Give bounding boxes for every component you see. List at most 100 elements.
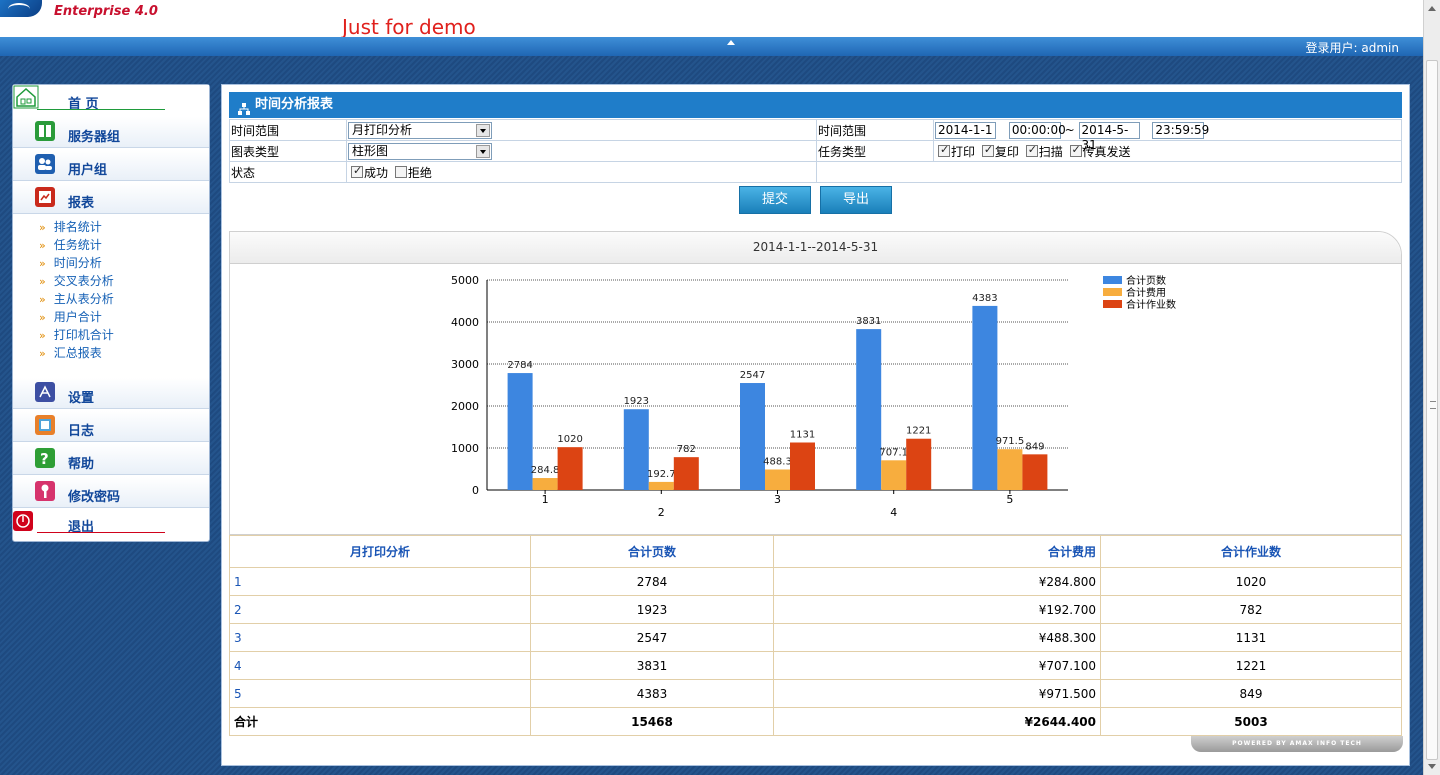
start-date-input[interactable]: 2014-1-1 — [935, 121, 996, 139]
reject-checkbox[interactable] — [394, 166, 407, 178]
fax-checkbox[interactable] — [1069, 143, 1082, 157]
chevron-right-icon: » — [39, 221, 46, 234]
sidebar-item-home[interactable]: 首 页 — [13, 85, 209, 116]
data-label: 1221 — [906, 426, 931, 437]
bar-chart: 0 1000 2000 3000 4000 5000 2784 284.8 1020 1 1923 1… — [451, 274, 1176, 519]
report-icon — [35, 187, 55, 207]
chart-type-label: 图表类型 — [229, 140, 347, 162]
total-row: 合计 15468 ¥2644.400 5003 — [229, 707, 1402, 736]
bar — [906, 438, 932, 490]
user-group-icon — [35, 154, 55, 174]
submenu-item-time-analysis[interactable]: » 时间分析 — [39, 254, 114, 272]
status-label: 状态 — [229, 161, 347, 183]
data-label: 971.5 — [996, 436, 1025, 447]
chevron-right-icon: » — [39, 257, 46, 270]
sidebar-item-server-group[interactable]: 服务器组 — [13, 117, 209, 148]
column-header[interactable]: 合计费用 — [773, 535, 1101, 568]
bar — [997, 449, 1023, 490]
table-cell: 4383 — [530, 679, 774, 708]
data-label: 284.8 — [531, 465, 560, 476]
time-range-select[interactable]: 月打印分析 — [348, 121, 492, 139]
table-cell: 2547 — [530, 623, 774, 652]
bar — [765, 469, 790, 490]
table-cell: 782 — [1100, 595, 1402, 624]
chevron-right-icon: » — [39, 329, 46, 342]
submenu-item-user-total[interactable]: » 用户合计 — [39, 308, 114, 326]
table-cell: 3831 — [530, 651, 774, 680]
table-cell: 1131 — [1100, 623, 1402, 652]
legend-label: 合计作业数 — [1126, 298, 1176, 311]
time-range-label: 时间范围 — [229, 119, 347, 141]
row-category-link[interactable]: 1 — [229, 567, 531, 596]
collapse-icon[interactable] — [727, 40, 735, 45]
table-cell: 5003 — [1100, 707, 1402, 736]
filter-form: 时间范围 月打印分析 时间范围 2014-1-1 00:00:00 ~ 2014… — [229, 119, 1402, 183]
submenu-item-printer-total[interactable]: » 打印机合计 — [39, 326, 114, 344]
column-header[interactable]: 月打印分析 — [229, 535, 531, 568]
column-header[interactable]: 合计作业数 — [1100, 535, 1402, 568]
submenu-item-ranking[interactable]: » 排名统计 — [39, 218, 114, 236]
bar — [740, 383, 765, 490]
bar — [507, 373, 533, 490]
y-tick-label: 3000 — [451, 358, 479, 371]
fax-label: 传真发送 — [1082, 144, 1131, 159]
column-header[interactable]: 合计页数 — [530, 535, 774, 568]
task-type-label: 任务类型 — [816, 140, 934, 162]
y-tick-label: 0 — [472, 484, 479, 497]
table-cell: 2784 — [530, 567, 774, 596]
end-time-input[interactable]: 23:59:59 — [1152, 121, 1209, 139]
bar — [623, 409, 649, 490]
scroll-thumb[interactable] — [1426, 60, 1438, 760]
row-category-link[interactable]: 2 — [229, 595, 531, 624]
summary-table: 月打印分析 合计页数 合计费用 合计作业数 1 2784 ¥284.800 10… — [229, 535, 1402, 736]
data-label: 1923 — [624, 396, 649, 407]
divider — [37, 532, 165, 533]
export-button[interactable]: 导出 — [820, 186, 892, 214]
scroll-down-icon[interactable] — [1428, 764, 1436, 769]
submenu-item-summary[interactable]: » 汇总报表 — [39, 344, 114, 362]
home-icon — [13, 85, 39, 109]
power-icon — [13, 511, 33, 531]
reject-label: 拒绝 — [407, 165, 432, 180]
bar — [790, 442, 815, 490]
chart-type-select[interactable]: 柱形图 — [348, 142, 492, 160]
row-category-link[interactable]: 5 — [229, 679, 531, 708]
data-label: 2784 — [507, 360, 532, 371]
sidebar-item-change-password[interactable]: 修改密码 — [13, 477, 209, 508]
vertical-scrollbar[interactable] — [1423, 0, 1440, 775]
submenu-item-crosstab[interactable]: » 交叉表分析 — [39, 272, 114, 290]
table-cell: ¥2644.400 — [773, 707, 1101, 736]
table-cell: ¥488.300 — [773, 623, 1101, 652]
scan-checkbox[interactable] — [1025, 143, 1038, 157]
sidebar-item-settings[interactable]: 设置 — [13, 378, 209, 409]
success-label: 成功 — [364, 165, 389, 180]
row-category-link[interactable]: 3 — [229, 623, 531, 652]
log-icon — [35, 415, 55, 435]
x-tick-label: 4 — [890, 506, 897, 519]
sidebar-item-user-group[interactable]: 用户组 — [13, 150, 209, 181]
sidebar-item-logout[interactable]: 退出 — [13, 508, 209, 539]
sidebar-item-help[interactable]: ? 帮助 — [13, 444, 209, 475]
end-date-input[interactable]: 2014-5-31 — [1078, 121, 1140, 152]
chevron-right-icon: » — [39, 293, 46, 306]
start-time-input[interactable]: 00:00:00 — [1008, 121, 1066, 139]
grip-icon — [1430, 401, 1436, 409]
settings-icon — [35, 382, 55, 402]
submenu-item-task-stats[interactable]: » 任务统计 — [39, 236, 114, 254]
bar — [648, 481, 674, 490]
copy-checkbox[interactable] — [981, 143, 994, 157]
row-category-link[interactable]: 4 — [229, 651, 531, 680]
scroll-up-icon[interactable] — [1428, 6, 1436, 11]
success-checkbox[interactable] — [351, 164, 363, 178]
bar — [881, 460, 907, 490]
submenu-item-master-detail[interactable]: » 主从表分析 — [39, 290, 114, 308]
chevron-right-icon: » — [39, 311, 46, 324]
data-label: 782 — [677, 444, 696, 455]
y-tick-label: 1000 — [451, 442, 479, 455]
copy-label: 复印 — [994, 144, 1019, 159]
submit-button[interactable]: 提交 — [739, 186, 811, 214]
sidebar-item-reports[interactable]: 报表 — [13, 183, 209, 214]
table-row: 4 3831 ¥707.100 1221 — [229, 651, 1402, 680]
sidebar-item-logs[interactable]: 日志 — [13, 411, 209, 442]
print-checkbox[interactable] — [938, 143, 950, 157]
